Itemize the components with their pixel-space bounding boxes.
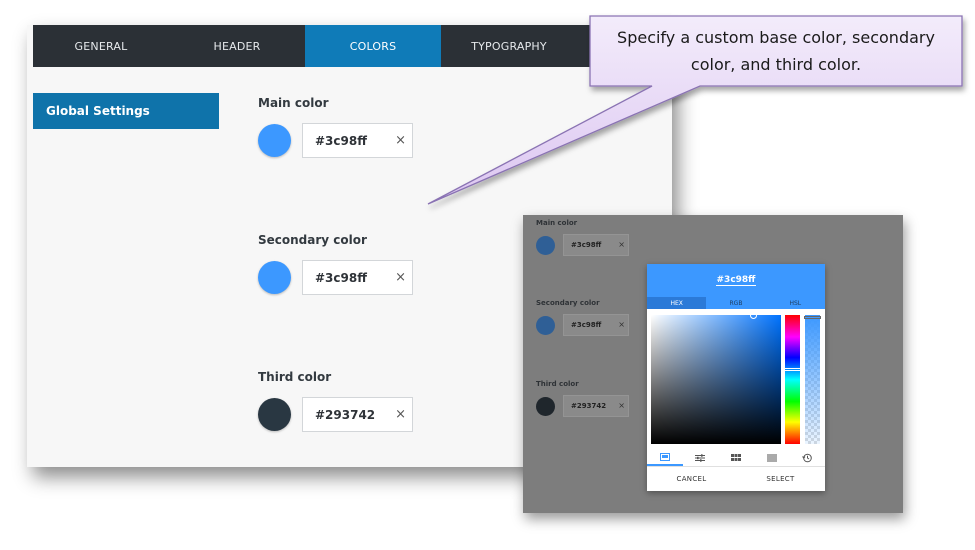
mode-tab-rgb[interactable]: RGB xyxy=(706,297,765,309)
hue-slider[interactable] xyxy=(784,315,801,444)
alpha-slider[interactable] xyxy=(804,315,821,444)
mode-tab-hsl[interactable]: HSL xyxy=(766,297,825,309)
palette-icon[interactable] xyxy=(647,449,683,466)
picker-actions: CANCEL SELECT xyxy=(647,470,825,488)
cancel-button[interactable]: CANCEL xyxy=(647,470,736,488)
main-color-input[interactable] xyxy=(315,132,385,150)
history-icon[interactable] xyxy=(789,449,825,466)
tab-bar: GENERAL HEADER COLORS TYPOGRAPHY xyxy=(33,25,672,67)
main-color-swatch[interactable] xyxy=(258,124,291,157)
tab-header[interactable]: HEADER xyxy=(169,25,305,67)
swatches-grid-icon[interactable] xyxy=(718,449,754,466)
secondary-color-input[interactable] xyxy=(315,269,385,287)
hue-slider-handle[interactable] xyxy=(784,368,801,371)
clear-icon[interactable]: × xyxy=(618,320,625,329)
alpha-slider-handle[interactable] xyxy=(804,316,821,319)
overlay-third-color-hex-box[interactable]: #293742 × xyxy=(563,395,629,417)
secondary-color-field: Secondary color × xyxy=(258,233,428,295)
stage: GENERAL HEADER COLORS TYPOGRAPHY Global … xyxy=(0,0,975,550)
third-color-swatch[interactable] xyxy=(258,398,291,431)
secondary-color-label: Secondary color xyxy=(258,233,367,247)
tab-general[interactable]: GENERAL xyxy=(33,25,169,67)
overlay-main-color-field: Main color #3c98ff × xyxy=(536,219,629,256)
main-color-label: Main color xyxy=(258,96,329,110)
sliders-icon[interactable] xyxy=(683,449,719,466)
saturation-value-handle[interactable] xyxy=(750,312,757,319)
tab-colors[interactable]: COLORS xyxy=(305,25,441,67)
third-color-row: × xyxy=(258,397,428,432)
third-color-input[interactable] xyxy=(315,406,385,424)
mode-tab-hex[interactable]: HEX xyxy=(647,297,707,309)
saturation-value-area[interactable] xyxy=(651,312,781,444)
overlay-main-color-swatch[interactable] xyxy=(536,236,555,255)
secondary-color-swatch[interactable] xyxy=(258,261,291,294)
third-color-field: Third color × xyxy=(258,370,428,432)
overlay-secondary-color-hex-box[interactable]: #3c98ff × xyxy=(563,314,629,336)
overlay-third-color-value: #293742 xyxy=(571,402,607,410)
color-picker-dialog: #3c98ff HEX RGB HSL CANCEL SELECT xyxy=(647,264,825,491)
overlay-main-color-label: Main color xyxy=(536,219,578,227)
main-color-row: × xyxy=(258,123,428,158)
main-color-hex-box: × xyxy=(302,123,413,158)
callout-text: Specify a custom base color, secondary c… xyxy=(617,28,935,74)
third-color-label: Third color xyxy=(258,370,332,384)
clear-icon[interactable]: × xyxy=(618,401,625,410)
clear-icon[interactable]: × xyxy=(618,240,625,249)
overlay-third-color-field: Third color #293742 × xyxy=(536,380,629,417)
picker-header: #3c98ff xyxy=(647,264,825,297)
main-color-field: Main color × xyxy=(258,96,428,158)
overlay-secondary-color-field: Secondary color #3c98ff × xyxy=(536,299,629,336)
overlay-third-color-row: #293742 × xyxy=(536,395,636,417)
picker-mode-tabs: HEX RGB HSL xyxy=(647,297,825,309)
picker-hex-input[interactable]: #3c98ff xyxy=(715,275,757,286)
overlay-third-color-swatch[interactable] xyxy=(536,397,555,416)
clear-icon[interactable]: × xyxy=(395,133,406,149)
overlay-secondary-color-label: Secondary color xyxy=(536,299,600,307)
overlay-secondary-color-row: #3c98ff × xyxy=(536,314,636,336)
secondary-color-row: × xyxy=(258,260,428,295)
overlay-third-color-label: Third color xyxy=(536,380,579,388)
overlay-secondary-color-swatch[interactable] xyxy=(536,316,555,335)
overlay-main-color-row: #3c98ff × xyxy=(536,234,636,256)
secondary-color-hex-box: × xyxy=(302,260,413,295)
overlay-main-color-hex-box[interactable]: #3c98ff × xyxy=(563,234,629,256)
list-icon[interactable] xyxy=(754,449,790,466)
sidebar-item-global-settings[interactable]: Global Settings xyxy=(33,93,219,129)
tab-typography[interactable]: TYPOGRAPHY xyxy=(441,25,577,67)
picker-screenshot-window: Main color #3c98ff × Secondary color #3c… xyxy=(523,215,903,513)
picker-view-tabs xyxy=(647,449,825,467)
overlay-secondary-color-value: #3c98ff xyxy=(571,321,602,329)
clear-icon[interactable]: × xyxy=(395,270,406,286)
third-color-hex-box: × xyxy=(302,397,413,432)
select-button[interactable]: SELECT xyxy=(736,470,825,488)
clear-icon[interactable]: × xyxy=(395,407,406,423)
overlay-main-color-value: #3c98ff xyxy=(571,241,602,249)
